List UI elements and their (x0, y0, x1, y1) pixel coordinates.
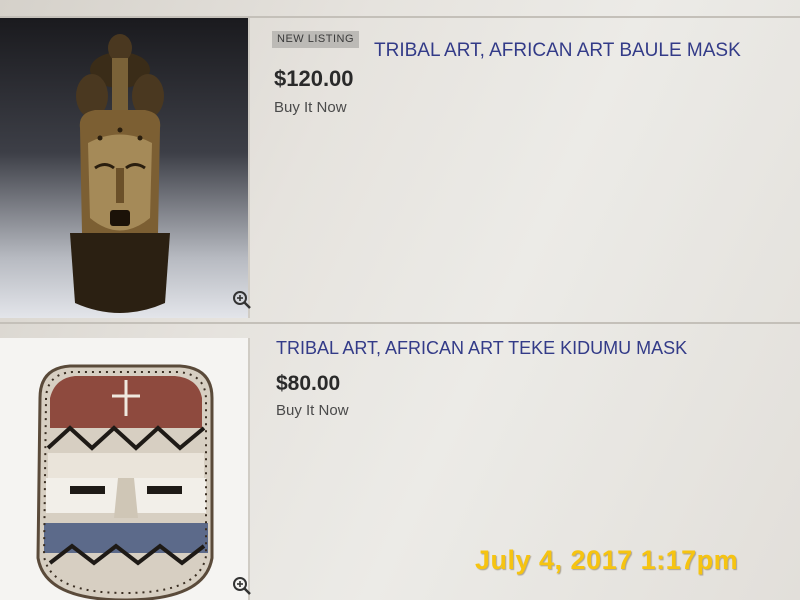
listing-title-link[interactable]: TRIBAL ART, AFRICAN ART TEKE KIDUMU MASK (276, 338, 687, 359)
baule-mask-image (70, 34, 170, 313)
listing-price: $80.00 (276, 372, 341, 395)
teke-mask-thumbnail[interactable] (0, 338, 248, 600)
baule-mask-thumbnail[interactable] (0, 18, 248, 318)
listing-price: $120.00 (274, 66, 354, 91)
buy-it-now-label: Buy It Now (276, 402, 349, 419)
teke-kidumu-mask-image (36, 364, 214, 600)
monitor-screen: NEW LISTING TRIBAL ART, AFRICAN ART BAUL… (0, 0, 800, 600)
photo-timestamp: July 4, 2017 1:17pm (475, 545, 739, 575)
zoom-in-icon[interactable] (232, 290, 252, 310)
new-listing-badge: NEW LISTING (272, 31, 360, 48)
listing-title-link[interactable]: TRIBAL ART, AFRICAN ART BAULE MASK (374, 40, 741, 62)
thumbnail-divider (248, 18, 250, 318)
zoom-in-icon[interactable] (232, 576, 252, 596)
row-separator (0, 322, 800, 324)
thumbnail-divider (248, 338, 250, 600)
buy-it-now-label: Buy It Now (274, 99, 347, 116)
